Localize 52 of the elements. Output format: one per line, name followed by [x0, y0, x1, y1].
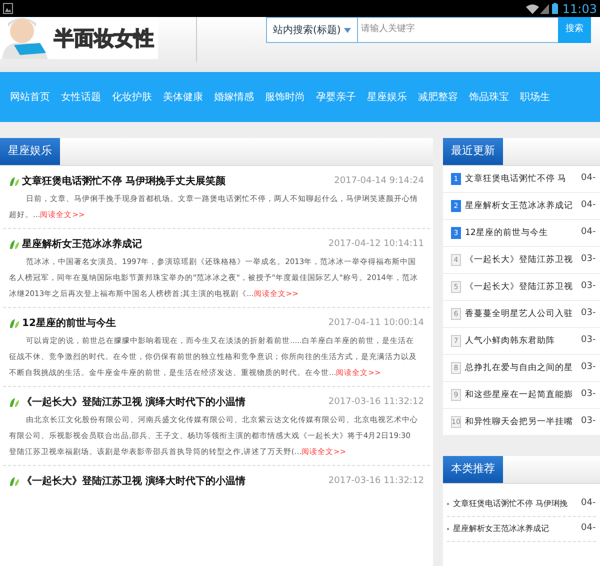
status-time: 11:03 — [562, 0, 597, 18]
leaf-icon — [9, 476, 20, 487]
leaf-icon — [9, 397, 20, 408]
recent-item-date: 03- — [581, 280, 596, 294]
search-field[interactable]: 请输人关键字 — [358, 17, 558, 43]
recent-item-title[interactable]: 《一起长大》登陆江苏卫视 — [465, 254, 581, 266]
search-scope-dropdown[interactable]: 站内搜索(标题) — [266, 17, 358, 43]
recent-item-date: 04- — [581, 172, 596, 186]
recent-item-title[interactable]: 星座解析女王范冰冰养成记 — [465, 200, 581, 212]
recent-item-title[interactable]: 和这些星座在一起简直能膨 — [465, 388, 581, 402]
recent-item-date: 04- — [581, 226, 596, 240]
section-tab[interactable]: 本类推荐 — [443, 456, 503, 483]
recent-item-title[interactable]: 和异性聊天会把另一半挂嘴 — [465, 416, 581, 428]
recent-item-title[interactable]: 《一起长大》登陆江苏卫视 — [465, 280, 581, 294]
article-title[interactable]: 12星座的前世与今生 — [22, 316, 326, 331]
recent-item-title[interactable]: 人气小鲜肉韩东君助阵 — [465, 334, 581, 348]
recent-item-date: 03- — [581, 253, 596, 266]
article-date: 2017-03-16 11:32:12 — [328, 474, 424, 488]
article-date: 2017-03-16 11:32:12 — [328, 396, 424, 409]
article-date: 2017-04-11 10:00:14 — [328, 316, 424, 330]
wifi-icon — [526, 4, 540, 14]
caret-icon — [344, 28, 351, 32]
recent-item-date: 04- — [581, 199, 596, 212]
article-title[interactable]: 星座解析女王范冰冰养成记 — [22, 237, 326, 252]
recent-item-date: 03- — [581, 415, 596, 428]
section-tab[interactable]: 最近更新 — [443, 138, 503, 165]
recent-item-title[interactable]: 12星座的前世与今生 — [465, 226, 581, 240]
section-tab[interactable]: 星座娱乐 — [0, 138, 60, 165]
recent-item-date: 03- — [581, 361, 596, 374]
article-title[interactable]: 《一起长大》登陆江苏卫视 演绎大时代下的小温情 — [22, 474, 326, 489]
recent-item-title[interactable]: 总挣扎在爱与自由之间的星 — [465, 362, 581, 374]
recommended-item-title[interactable]: 文章狂煲电话粥忙不停 马伊琍挽 — [453, 498, 581, 510]
article-date: 2017-04-12 10:14:11 — [328, 238, 424, 251]
battery-icon — [552, 3, 558, 14]
article-date: 2017-04-14 9:14:24 — [334, 174, 424, 188]
leaf-icon — [9, 239, 20, 250]
recent-item-title[interactable]: 文章狂煲电话粥忙不停 马 — [465, 172, 581, 186]
recent-item-date: 03- — [581, 388, 596, 402]
recent-item-title[interactable]: 香蔓蔓全明星艺人公司入驻 — [465, 308, 581, 320]
recent-item-date: 03- — [581, 334, 596, 348]
recommended-item-date: 04- — [581, 522, 596, 536]
recent-item-date: 03- — [581, 307, 596, 320]
signal-icon — [540, 4, 550, 14]
leaf-icon — [9, 318, 20, 329]
logo[interactable]: 半面妆女性 — [0, 17, 158, 59]
article-title[interactable]: 《一起长大》登陆江苏卫视 演绎大时代下的小温情 — [22, 395, 326, 410]
leaf-icon — [9, 176, 20, 187]
recommended-item-title[interactable]: 星座解析女王范冰冰养成记 — [453, 523, 581, 535]
logo-text: 半面妆女性 — [54, 26, 154, 50]
image-icon — [3, 3, 13, 14]
recommended-item-date: 04- — [581, 497, 596, 510]
article-title[interactable]: 文章狂煲电话粥忙不停 马伊琍挽手丈夫展笑颜 — [22, 174, 332, 189]
